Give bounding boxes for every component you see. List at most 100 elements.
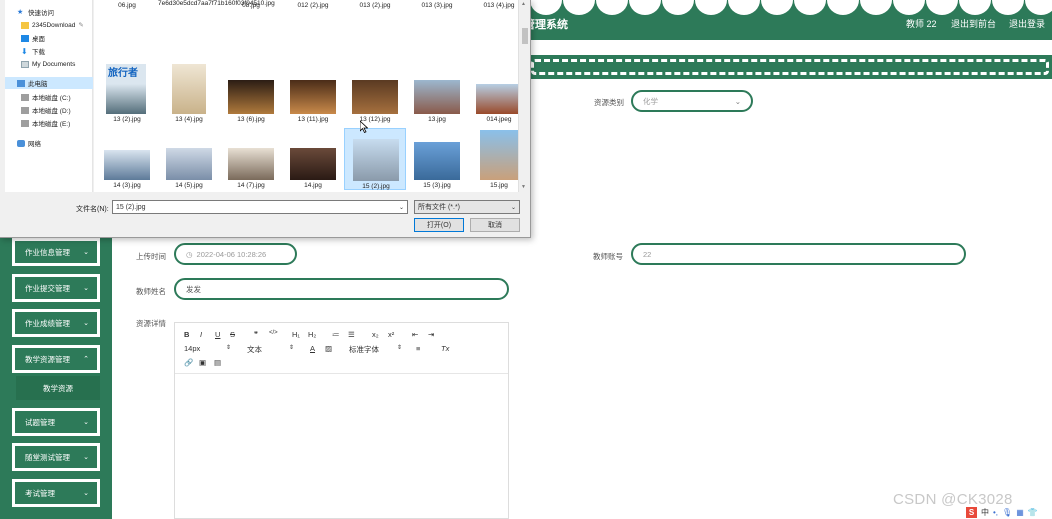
file-thumbnail xyxy=(353,139,399,181)
font-size-select[interactable]: 14px xyxy=(184,344,200,353)
underline-icon[interactable]: U xyxy=(215,330,220,339)
file-tile[interactable]: 013 (3).jpg xyxy=(406,0,468,32)
open-button[interactable]: 打开(O) xyxy=(414,218,464,232)
sidebar-item-label: 作业信息管理 xyxy=(25,247,70,257)
sidebar-subitem-resources[interactable]: 教学资源 xyxy=(16,376,100,400)
nav-quick-access[interactable]: ★ 快速访问 xyxy=(17,6,105,18)
upload-time-field[interactable]: ◷ 2022-04-06 10:28:26 xyxy=(174,243,297,265)
rich-text-editor[interactable]: B I U S ❞ </> H₁ H₂ ≔ ☰ x₂ x² ⇤ ⇥ 14px ⇕… xyxy=(174,322,509,519)
nav-logout[interactable]: 退出登录 xyxy=(1009,17,1045,30)
italic-icon[interactable]: I xyxy=(200,330,202,339)
file-name: 14 (5).jpg xyxy=(175,182,203,189)
bullet-list-icon[interactable]: ☰ xyxy=(348,330,355,339)
link-icon[interactable]: 🔗 xyxy=(184,358,193,367)
microphone-icon[interactable]: 🎙 xyxy=(1002,508,1012,517)
filename-value: 15 (2).jpg xyxy=(116,203,146,211)
heading1-icon[interactable]: H₁ xyxy=(292,330,300,339)
video-icon[interactable]: ▤ xyxy=(214,358,221,367)
file-tile[interactable]: 08.jpg xyxy=(220,0,282,32)
file-tile[interactable]: 013 (2).jpg xyxy=(344,0,406,32)
file-tile[interactable]: 14 (7).jpg xyxy=(220,128,282,190)
sidebar-item-class-tests[interactable]: 随堂测试管理 ⌄ xyxy=(12,443,100,471)
scallop xyxy=(926,0,958,15)
font-family-select[interactable]: 标准字体 xyxy=(349,344,379,355)
heading2-icon[interactable]: H₂ xyxy=(308,330,316,339)
file-tile[interactable]: 06.jpg xyxy=(96,0,158,32)
nav-network[interactable]: 网络 xyxy=(17,137,105,149)
teacher-name-field[interactable]: 发发 xyxy=(174,278,509,300)
align-icon[interactable]: ≡ xyxy=(416,344,420,353)
file-name: 14 (3).jpg xyxy=(113,182,141,189)
subscript-icon[interactable]: x₂ xyxy=(372,330,379,339)
outdent-icon[interactable]: ⇤ xyxy=(412,330,418,339)
file-tile[interactable]: 13 (6).jpg xyxy=(220,62,282,124)
sidebar-item-exams[interactable]: 考试管理 ⌄ xyxy=(12,479,100,507)
file-tile[interactable]: 014.jpeg xyxy=(468,62,518,124)
sidebar-item-questions[interactable]: 试题管理 ⌄ xyxy=(12,408,100,436)
keyboard-icon[interactable]: ▦ xyxy=(1016,508,1024,517)
nav-label: 2345Download xyxy=(32,21,76,29)
file-tile[interactable]: 7e6d30e5dcd7aa7f71b160f03f04510.jpg xyxy=(158,0,275,32)
teacher-account-field[interactable]: 22 xyxy=(631,243,966,265)
bold-icon[interactable]: B xyxy=(184,330,189,339)
ime-mode-label[interactable]: 中 xyxy=(981,507,989,518)
file-tile[interactable]: 15.jpg xyxy=(468,128,518,190)
strike-icon[interactable]: S xyxy=(230,330,235,339)
nav-label: My Documents xyxy=(32,60,76,68)
background-color-icon[interactable]: ▨ xyxy=(325,344,332,353)
ordered-list-icon[interactable]: ≔ xyxy=(332,330,340,339)
nav-label: 桌面 xyxy=(32,36,45,43)
documents-icon xyxy=(21,60,29,68)
file-tile[interactable]: 13 (11).jpg xyxy=(282,62,344,124)
chevron-down-icon: ⌄ xyxy=(734,96,741,106)
filetype-select[interactable]: 所有文件 (*.*) ⌄ xyxy=(414,200,520,214)
scroll-up-icon[interactable]: ▲ xyxy=(521,1,526,7)
code-icon[interactable]: </> xyxy=(269,330,278,336)
file-tile[interactable]: 013 (4).jpg xyxy=(468,0,518,32)
quote-icon[interactable]: ❞ xyxy=(254,330,258,339)
chevron-down-icon: ⌄ xyxy=(398,204,404,211)
image-icon[interactable]: ▣ xyxy=(199,358,206,367)
file-tile[interactable]: 012 (2).jpg xyxy=(282,0,344,32)
file-thumbnail xyxy=(352,80,398,114)
sidebar-item-homework-info[interactable]: 作业信息管理 ⌄ xyxy=(12,238,100,266)
file-tile[interactable]: 13 (12).jpg xyxy=(344,62,406,124)
clock-icon: ◷ xyxy=(186,249,193,259)
scroll-down-icon[interactable]: ▼ xyxy=(521,184,526,190)
filename-input[interactable]: 15 (2).jpg ⌄ xyxy=(112,200,408,214)
file-name: 13 (2).jpg xyxy=(113,116,141,123)
punctuation-icon[interactable]: •, xyxy=(993,508,998,517)
nav-exit-frontend[interactable]: 退出到前台 xyxy=(951,17,996,30)
chevron-down-icon: ⌄ xyxy=(83,249,89,256)
sidebar-item-homework-submit[interactable]: 作业提交管理 ⌄ xyxy=(12,274,100,302)
scrollbar-thumb[interactable] xyxy=(522,28,528,44)
file-tile-selected[interactable]: 15 (2).jpg xyxy=(344,128,406,190)
file-tile[interactable]: 14 (5).jpg xyxy=(158,128,220,190)
file-name: 15.jpg xyxy=(490,182,508,189)
ime-toolbar[interactable]: S 中 •, 🎙 ▦ 👕 xyxy=(964,506,1052,519)
file-tile[interactable]: 13 (4).jpg xyxy=(158,62,220,124)
resource-type-select[interactable]: 化学 ⌄ xyxy=(631,90,753,112)
teacher-name-value: 发发 xyxy=(186,284,201,294)
file-list-scrollbar[interactable]: ▲ ▼ xyxy=(518,0,530,192)
file-name: 013 (3).jpg xyxy=(421,2,453,9)
clear-format-icon[interactable]: Tx xyxy=(441,344,449,353)
file-tile[interactable]: 旅行者 13 (2).jpg xyxy=(96,62,158,124)
file-tile[interactable]: 14.jpg xyxy=(282,128,344,190)
download-icon: ⬇ xyxy=(21,46,28,56)
file-thumbnail xyxy=(290,148,336,180)
file-tile[interactable]: 15 (3).jpg xyxy=(406,128,468,190)
superscript-icon[interactable]: x² xyxy=(388,330,394,339)
sidebar-item-teaching-resources[interactable]: 教学资源管理 ⌃ xyxy=(12,345,100,373)
indent-icon[interactable]: ⇥ xyxy=(428,330,434,339)
cancel-button[interactable]: 取消 xyxy=(470,218,520,232)
file-tile[interactable]: 13.jpg xyxy=(406,62,468,124)
skin-icon[interactable]: 👕 xyxy=(1028,508,1038,517)
font-color-icon[interactable]: A xyxy=(310,344,315,353)
sidebar-item-homework-grades[interactable]: 作业成绩管理 ⌄ xyxy=(12,309,100,337)
file-tile[interactable]: 14 (3).jpg xyxy=(96,128,158,190)
nav-user[interactable]: 教师 22 xyxy=(906,17,937,30)
file-name: 7e6d30e5dcd7aa7f71b160f03f04510.jpg xyxy=(158,0,275,7)
text-style-select[interactable]: 文本 xyxy=(247,344,262,355)
nav-this-pc[interactable]: 此电脑 xyxy=(5,77,93,89)
